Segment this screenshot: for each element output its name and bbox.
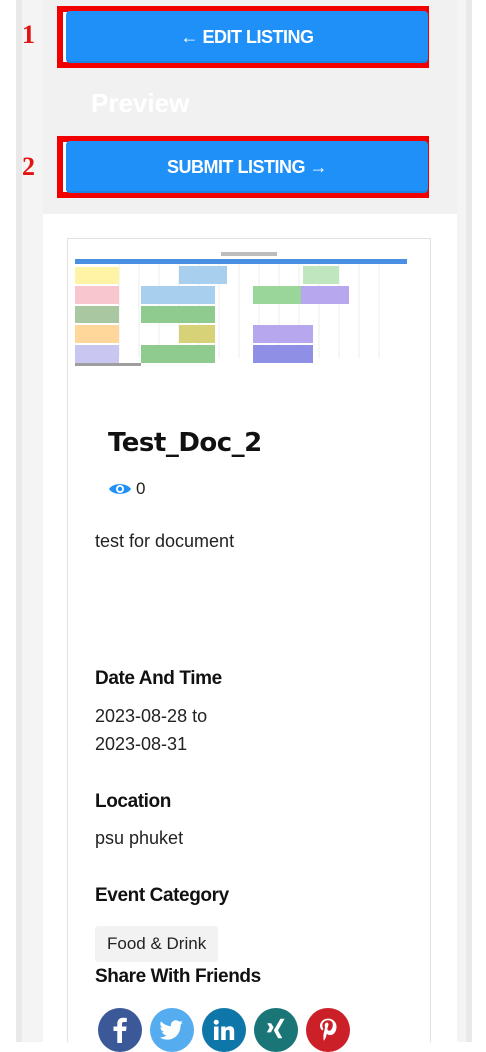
- date-end: 2023-08-31: [95, 734, 188, 754]
- edit-listing-button[interactable]: ← EDIT LISTING: [66, 11, 428, 63]
- twitter-icon[interactable]: [150, 1008, 194, 1052]
- event-category-heading: Event Category: [95, 885, 229, 906]
- submit-listing-button[interactable]: SUBMIT LISTING →: [66, 141, 428, 193]
- xing-icon[interactable]: [254, 1008, 298, 1052]
- pinterest-icon[interactable]: [306, 1008, 350, 1052]
- date-time-heading: Date And Time: [95, 668, 222, 689]
- listing-description: test for document: [95, 531, 235, 551]
- listing-title: Test_Doc_2: [108, 428, 262, 458]
- annotation-marker-1: 1: [22, 20, 35, 49]
- view-counter: 0: [108, 478, 145, 500]
- location-value: psu phuket: [95, 828, 184, 848]
- date-start: 2023-08-28 to: [95, 706, 208, 726]
- linkedin-icon[interactable]: [202, 1008, 246, 1052]
- social-share-row: [98, 1008, 350, 1052]
- listing-thumbnail-image: [71, 246, 411, 370]
- location-heading: Location: [95, 791, 171, 812]
- view-count: 0: [136, 479, 146, 498]
- share-heading: Share With Friends: [95, 966, 261, 987]
- eye-icon: [109, 484, 131, 494]
- event-category-tag[interactable]: Food & Drink: [95, 926, 219, 962]
- preview-heading: Preview: [91, 88, 190, 118]
- facebook-icon[interactable]: [98, 1008, 142, 1052]
- annotation-marker-2: 2: [22, 152, 35, 181]
- right-scroll-rail: [466, 0, 472, 1042]
